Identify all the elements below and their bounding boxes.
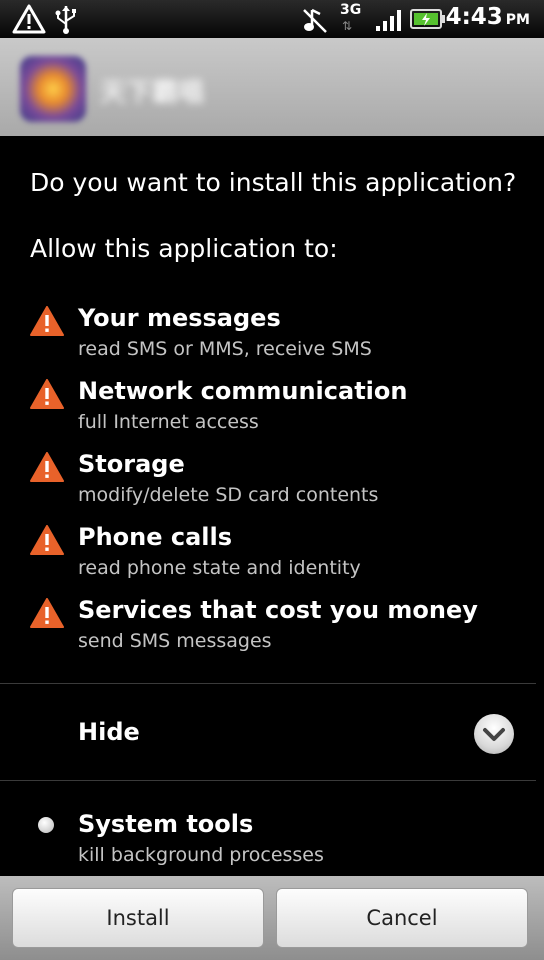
permission-title: System tools bbox=[78, 810, 254, 838]
hide-toggle-row[interactable]: Hide bbox=[0, 684, 544, 780]
permission-description: kill background processes bbox=[78, 844, 324, 866]
permission-title: Storage bbox=[78, 450, 185, 478]
warning-icon bbox=[30, 525, 64, 555]
button-bar: Install Cancel bbox=[0, 876, 544, 960]
install-question: Do you want to install this application? bbox=[30, 168, 517, 197]
permission-description: full Internet access bbox=[78, 411, 259, 433]
chevron-down-icon[interactable] bbox=[474, 714, 514, 754]
permission-item: System tools kill background processes bbox=[30, 810, 530, 876]
warning-icon bbox=[30, 452, 64, 482]
permission-title: Your messages bbox=[78, 304, 281, 332]
network-3g-icon: 3G ⇅ bbox=[340, 2, 362, 33]
warning-icon bbox=[30, 598, 64, 628]
permission-title: Phone calls bbox=[78, 523, 233, 551]
warning-icon bbox=[12, 4, 46, 34]
warning-icon bbox=[30, 379, 64, 409]
clock-time: 4:43 bbox=[445, 4, 503, 30]
permission-item: Services that cost you money send SMS me… bbox=[30, 596, 530, 662]
network-label: 3G bbox=[340, 2, 362, 18]
permission-title: Services that cost you money bbox=[78, 596, 478, 624]
allow-heading: Allow this application to: bbox=[30, 234, 338, 263]
permission-item: Storage modify/delete SD card contents bbox=[30, 450, 530, 516]
status-bar: 3G ⇅ 4:43 PM bbox=[0, 0, 544, 38]
warning-icon bbox=[30, 306, 64, 336]
signal-bars-icon bbox=[376, 10, 401, 31]
usb-icon bbox=[55, 6, 76, 34]
app-icon bbox=[20, 56, 86, 122]
permission-item: Your messages read SMS or MMS, receive S… bbox=[30, 304, 530, 370]
app-name: 天下霸唱 bbox=[100, 78, 205, 108]
permission-description: send SMS messages bbox=[78, 630, 272, 652]
hide-label: Hide bbox=[78, 718, 140, 746]
clock-ampm: PM bbox=[505, 12, 530, 28]
cancel-button[interactable]: Cancel bbox=[276, 888, 528, 948]
permission-item: Phone calls read phone state and identit… bbox=[30, 523, 530, 589]
divider bbox=[0, 780, 536, 781]
status-clock: 4:43 PM bbox=[446, 4, 530, 30]
install-button[interactable]: Install bbox=[12, 888, 264, 948]
permission-title: Network communication bbox=[78, 377, 408, 405]
battery-charging-icon bbox=[410, 9, 445, 29]
permission-description: read phone state and identity bbox=[78, 557, 361, 579]
app-header: 天下霸唱 bbox=[0, 38, 544, 136]
permission-description: modify/delete SD card contents bbox=[78, 484, 379, 506]
permission-item: Network communication full Internet acce… bbox=[30, 377, 530, 443]
music-muted-icon bbox=[303, 8, 327, 33]
permission-description: read SMS or MMS, receive SMS bbox=[78, 338, 372, 360]
